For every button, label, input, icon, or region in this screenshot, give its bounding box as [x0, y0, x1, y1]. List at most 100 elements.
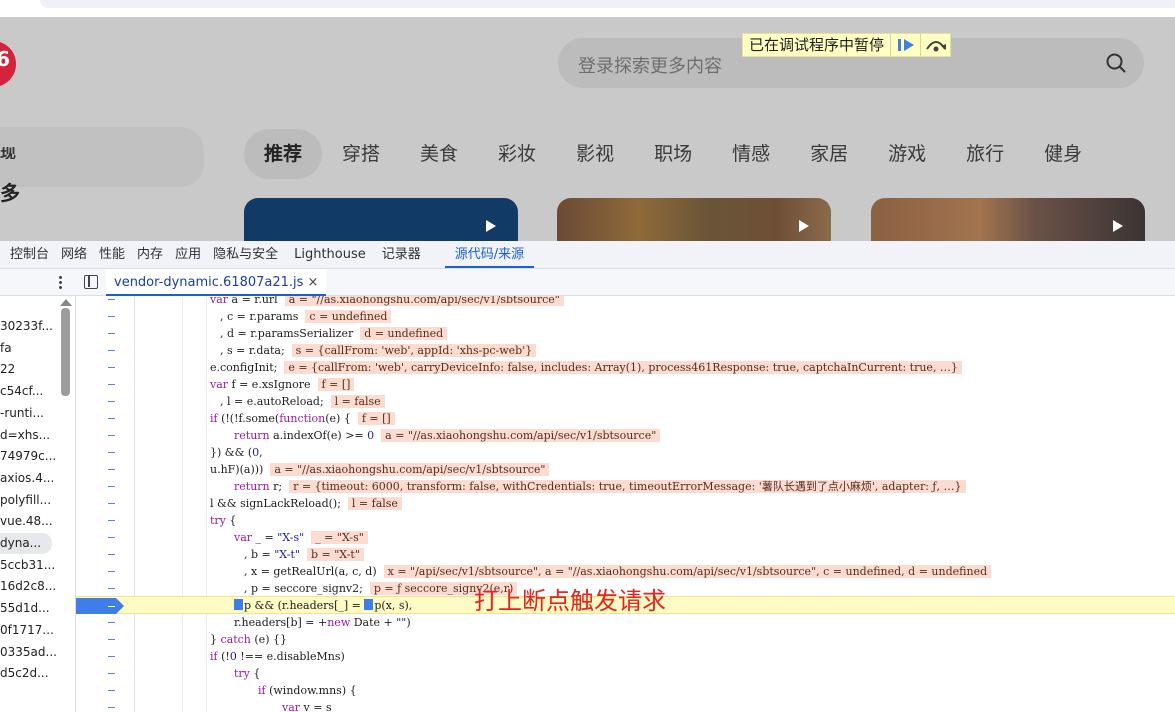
- site-logo[interactable]: 6: [0, 41, 16, 87]
- line-marker: [108, 656, 115, 657]
- play-icon: [486, 220, 496, 232]
- line-marker: [108, 316, 115, 317]
- category-tab[interactable]: 游戏: [868, 129, 946, 179]
- line-marker: [108, 690, 115, 691]
- navigator-file-item[interactable]: 0335ad...: [0, 642, 57, 663]
- category-tab[interactable]: 旅行: [946, 129, 1024, 179]
- resume-icon: [897, 39, 914, 51]
- navigator-file-item[interactable]: dyna...: [0, 533, 52, 554]
- line-marker: [108, 435, 115, 436]
- feed-card[interactable]: [871, 198, 1145, 241]
- file-tab-label: vendor-dynamic.61807a21.js: [114, 275, 304, 290]
- devtools-tab[interactable]: 记录器: [376, 241, 427, 268]
- close-icon[interactable]: ×: [307, 275, 318, 290]
- feed-card[interactable]: [244, 198, 518, 241]
- category-tab[interactable]: 穿搭: [322, 129, 400, 179]
- code-line[interactable]: var f = e.xsIgnore f = []: [76, 376, 1175, 393]
- devtools-tab[interactable]: 控制台: [0, 241, 55, 268]
- code-line[interactable]: return r; r = {timeout: 6000, transform:…: [76, 478, 1175, 495]
- navigator-file-item[interactable]: 74979c...: [0, 446, 56, 467]
- navigator-file-item[interactable]: 55d1d...: [0, 598, 50, 619]
- address-bar[interactable]: [40, 0, 1175, 8]
- devtools-tab[interactable]: 内存: [131, 241, 169, 268]
- category-tab[interactable]: 情感: [712, 129, 790, 179]
- play-icon: [1113, 220, 1123, 232]
- navigator-file-item[interactable]: 0f1717...: [0, 620, 54, 641]
- navigator-file-item[interactable]: 22: [0, 359, 15, 380]
- devtools-tab[interactable]: 隐私与安全: [207, 241, 284, 268]
- step-over-button[interactable]: [920, 34, 950, 56]
- navigator-scrollbar[interactable]: [61, 308, 70, 396]
- code-line[interactable]: , l = e.autoReload; l = false: [76, 393, 1175, 410]
- navigator-file-item[interactable]: polyfill...: [0, 490, 51, 511]
- scroll-up-arrow[interactable]: [60, 299, 72, 306]
- navigator-file-item[interactable]: d=xhs...: [0, 425, 50, 446]
- category-tab[interactable]: 彩妆: [478, 129, 556, 179]
- code-line[interactable]: if (!0 !== e.disableMns): [76, 648, 1175, 665]
- devtools-tab-bar: 控制台 网络 性能 内存 应用 隐私与安全 Lighthouse 记录器 源代码/来源: [0, 241, 1175, 269]
- navigator-file-item[interactable]: c54cf...: [0, 381, 43, 402]
- devtools-tab[interactable]: 性能: [93, 241, 131, 268]
- line-marker: [108, 333, 115, 334]
- code-line[interactable]: e.configInit; e = {callFrom: 'web', carr…: [76, 359, 1175, 376]
- code-line[interactable]: , x = getRealUrl(a, c, d) x = "/api/sec/…: [76, 563, 1175, 580]
- navigator-file-item[interactable]: axios.4...: [0, 468, 54, 489]
- devtools-tab[interactable]: 应用: [169, 241, 207, 268]
- category-tab[interactable]: 影视: [556, 129, 634, 179]
- file-tab[interactable]: vendor-dynamic.61807a21.js ×: [106, 269, 327, 296]
- code-line[interactable]: return a.indexOf(e) >= 0 a = "//as.xiaoh…: [76, 427, 1175, 444]
- side-panel-card[interactable]: [0, 127, 204, 187]
- feed-card[interactable]: [557, 198, 831, 241]
- breakpoint-marker[interactable]: [76, 598, 124, 614]
- line-marker: [108, 537, 115, 538]
- category-tab[interactable]: 美食: [400, 129, 478, 179]
- code-line[interactable]: var _ = "X-s" _ = "X-s": [76, 529, 1175, 546]
- toggle-navigator-icon[interactable]: [84, 275, 98, 289]
- code-line[interactable]: u.hF)(a))) a = "//as.xiaohongshu.com/api…: [76, 461, 1175, 478]
- code-line[interactable]: r.headers[b] = +new Date + ""): [76, 614, 1175, 631]
- devtools-panel: 控制台 网络 性能 内存 应用 隐私与安全 Lighthouse 记录器 源代码/来源 vend…: [0, 241, 1175, 712]
- line-marker: [108, 554, 115, 555]
- code-line[interactable]: var a = r.url a = "//as.xiaohongshu.com/…: [76, 296, 1175, 308]
- code-line[interactable]: , d = r.paramsSerializer d = undefined: [76, 325, 1175, 342]
- navigator-file-item[interactable]: vue.48...: [0, 511, 53, 532]
- code-line[interactable]: , c = r.params c = undefined: [76, 308, 1175, 325]
- code-line[interactable]: try {: [76, 665, 1175, 682]
- code-line[interactable]: , s = r.data; s = {callFrom: 'web', appI…: [76, 342, 1175, 359]
- line-marker: [108, 622, 115, 623]
- code-line[interactable]: var v = s: [76, 699, 1175, 712]
- code-line[interactable]: } catch (e) {}: [76, 631, 1175, 648]
- code-line[interactable]: l && signLackReload(); l = false: [76, 495, 1175, 512]
- code-line[interactable]: if (window.mns) {: [76, 682, 1175, 699]
- code-line[interactable]: , b = "X-t" b = "X-t": [76, 546, 1175, 563]
- navigator-file-item[interactable]: 16d2c8...: [0, 576, 56, 597]
- line-marker: [108, 606, 115, 607]
- search-icon[interactable]: [1106, 53, 1126, 73]
- navigator-file-item[interactable]: d5c2d...: [0, 663, 49, 684]
- execution-pointer-icon: [364, 599, 374, 610]
- category-tab[interactable]: 健身: [1024, 129, 1102, 179]
- devtools-tab[interactable]: Lighthouse: [284, 241, 376, 268]
- category-tab[interactable]: 家居: [790, 129, 868, 179]
- category-tab[interactable]: 推荐: [244, 129, 323, 179]
- line-marker: [108, 367, 115, 368]
- code-line[interactable]: if (!(!f.some(function(e) { f = []: [76, 410, 1175, 427]
- devtools-tab[interactable]: 源代码/来源: [444, 241, 535, 268]
- navigator-file-item[interactable]: fa: [0, 338, 12, 359]
- navigator-file-item[interactable]: 5ccb31...: [0, 555, 55, 576]
- line-marker: [108, 418, 115, 419]
- line-marker: [108, 707, 115, 708]
- code-line[interactable]: try {: [76, 512, 1175, 529]
- code-line[interactable]: }) && (0,: [76, 444, 1175, 461]
- category-bar: 推荐 穿搭 美食 彩妆 影视 职场 情感 家居 游戏 旅行 健身: [244, 129, 1102, 179]
- more-options-icon[interactable]: [54, 275, 66, 291]
- resume-button[interactable]: [890, 34, 920, 56]
- devtools-tab[interactable]: 网络: [55, 241, 93, 268]
- line-marker: [108, 486, 115, 487]
- code-editor[interactable]: var a = r.url a = "//as.xiaohongshu.com/…: [76, 296, 1175, 712]
- line-marker: [108, 571, 115, 572]
- line-marker: [108, 673, 115, 674]
- navigator-file-item[interactable]: -runti...: [0, 403, 44, 424]
- category-tab[interactable]: 职场: [634, 129, 712, 179]
- navigator-file-item[interactable]: 30233f...: [0, 316, 53, 337]
